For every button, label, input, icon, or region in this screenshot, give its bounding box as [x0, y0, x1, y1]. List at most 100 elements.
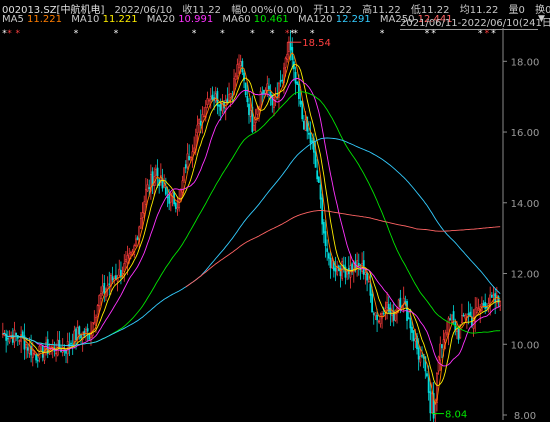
- candle-body: [218, 104, 220, 107]
- candle-body: [301, 100, 304, 120]
- candle-body: [329, 257, 332, 269]
- candle-body: [246, 96, 249, 103]
- candle-body: [125, 259, 127, 262]
- event-star-icon: *: [114, 29, 119, 39]
- candle-body: [322, 222, 325, 234]
- candle-body: [239, 61, 242, 67]
- candle-body: [421, 355, 423, 357]
- candle-body: [93, 322, 96, 325]
- candle-body: [474, 308, 477, 322]
- candle-body: [414, 338, 417, 342]
- candle-body: [135, 238, 137, 247]
- candle-body: [261, 92, 264, 94]
- chevron-down-icon[interactable]: ▼: [538, 14, 549, 27]
- candle-body: [451, 314, 453, 323]
- candle-body: [367, 281, 370, 283]
- ma-label: MA60: [222, 14, 251, 25]
- y-tick-label: 16.00: [511, 128, 540, 139]
- candle-body: [98, 295, 101, 307]
- candle-body: [303, 120, 305, 130]
- candle-body: [214, 93, 217, 102]
- candle-body: [386, 302, 388, 308]
- candle-body: [444, 332, 447, 343]
- event-star-icon: *: [16, 29, 21, 39]
- candle-body: [366, 272, 368, 281]
- candle-body: [164, 187, 167, 195]
- candle-body: [268, 85, 270, 90]
- candle-body: [346, 270, 349, 275]
- candle-body: [427, 377, 430, 393]
- ma-value: 11.221: [27, 14, 63, 25]
- candle-body: [174, 202, 177, 209]
- candle-body: [201, 114, 204, 123]
- candle-body: [256, 108, 259, 115]
- candle-body: [298, 83, 300, 100]
- kline-chart[interactable]: 8.0010.0012.0014.0016.0018.0018.548.04* *…: [0, 28, 550, 422]
- candle-body: [409, 318, 412, 329]
- candle-body: [326, 248, 329, 252]
- ma-legend-item[interactable]: MA120 12.291: [298, 14, 371, 25]
- event-star-icon: *: [7, 29, 12, 39]
- candle-body: [484, 302, 487, 309]
- ma-value: 11.221: [102, 14, 138, 25]
- candle-body: [209, 96, 212, 100]
- candle-body: [467, 313, 470, 316]
- candle-body: [141, 212, 144, 218]
- candle-body: [70, 342, 72, 345]
- candle-body: [108, 283, 111, 285]
- ma-value: 10.991: [178, 14, 214, 25]
- candle-body: [168, 194, 171, 204]
- ma-legend-item[interactable]: MA60 10.461: [222, 14, 288, 25]
- candles: [1, 30, 502, 422]
- ma-label: MA10: [71, 14, 100, 25]
- candle-body: [324, 231, 327, 247]
- candle-body: [317, 176, 320, 183]
- candle-body: [178, 199, 181, 208]
- candle-body: [377, 320, 380, 323]
- candle-body: [78, 326, 81, 335]
- candle-body: [464, 314, 467, 319]
- event-star-icon: *: [293, 29, 298, 39]
- candle-body: [269, 91, 272, 96]
- ma-legend-item[interactable]: MA10 11.221: [71, 14, 137, 25]
- candle-body: [184, 164, 187, 169]
- event-star-icon: *: [478, 29, 483, 39]
- ma-legend-item[interactable]: MA20 10.991: [147, 14, 213, 25]
- candle-body: [118, 268, 121, 276]
- y-tick-label: 18.00: [511, 57, 540, 68]
- candle-body: [18, 340, 21, 342]
- event-star-icon: *: [250, 29, 255, 39]
- candle-body: [199, 120, 202, 126]
- candle-body: [241, 60, 244, 73]
- candle-body: [206, 98, 209, 105]
- candle-body: [91, 322, 94, 336]
- candle-body: [299, 100, 302, 105]
- event-star-icon: *: [485, 29, 490, 39]
- candle-body: [46, 339, 49, 354]
- candle-body: [238, 63, 240, 69]
- candle-body: [407, 317, 410, 319]
- candle-body: [40, 344, 42, 350]
- ma-label: MA5: [2, 14, 24, 25]
- candle-body: [457, 327, 460, 340]
- candle-body: [198, 119, 200, 124]
- candle-body: [249, 110, 252, 117]
- candle-body: [446, 332, 448, 335]
- candle-body: [234, 75, 237, 81]
- candle-body: [208, 99, 210, 102]
- candle-body: [316, 170, 319, 180]
- candle-body: [196, 124, 199, 134]
- ma-legend-item[interactable]: MA5 11.221: [2, 14, 62, 25]
- candle-body: [140, 218, 142, 229]
- candle-body: [253, 125, 255, 131]
- ma-label: MA20: [146, 14, 175, 25]
- candle-body: [412, 330, 415, 341]
- candle-body: [437, 356, 440, 372]
- ma-label: MA120: [297, 14, 333, 25]
- candle-body: [369, 283, 372, 296]
- candle-body: [203, 115, 205, 118]
- candle-body: [279, 80, 282, 83]
- candle-body: [66, 341, 69, 355]
- candle-body: [431, 393, 433, 413]
- candle-body: [144, 188, 147, 205]
